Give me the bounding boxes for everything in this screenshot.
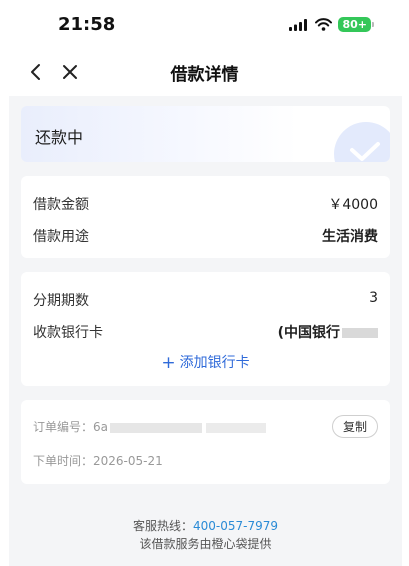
order-time-row: 下单时间：2026-05-21 <box>33 452 163 469</box>
order-number-row: 订单编号：6a <box>33 418 267 435</box>
hotline-label: 客服热线： <box>132 519 193 533</box>
order-card: 订单编号：6a 复制 下单时间：2026-05-21 <box>21 400 390 484</box>
hotline-number[interactable]: 400-057-7979 <box>193 519 278 533</box>
page-title: 借款详情 <box>170 65 239 85</box>
installments-label: 分期期数 <box>33 293 89 309</box>
copy-button[interactable]: 复制 <box>331 415 378 438</box>
order-time-label: 下单时间： <box>33 454 94 468</box>
add-bank-card-button[interactable]: + 添加银行卡 <box>21 352 390 373</box>
status-icons: 80+ <box>289 17 374 32</box>
plus-icon: + <box>161 353 176 373</box>
order-time-value: 2026-05-21 <box>93 454 163 468</box>
battery-indicator: 80+ <box>338 17 374 32</box>
provider-text: 该借款服务由橙心袋提供 <box>139 537 272 551</box>
purpose-label: 借款用途 <box>33 229 89 245</box>
purpose-value: 生活消费 <box>322 229 378 245</box>
bank-value: (中国银行 <box>278 322 378 342</box>
wifi-icon <box>315 18 333 31</box>
signal-icon <box>289 18 308 31</box>
masked-order-number <box>110 422 203 433</box>
order-number-value: 6a <box>93 420 109 434</box>
bank-name: (中国银行 <box>277 325 340 341</box>
masked-order-number-tail <box>206 422 267 433</box>
repayment-card: 分期期数 3 收款银行卡 (中国银行 + 添加银行卡 <box>21 272 390 386</box>
loan-status-label: 还款中 <box>35 128 84 147</box>
status-bar: 21:58 80+ <box>0 0 409 48</box>
order-number-label: 订单编号： <box>33 420 94 434</box>
loan-info-card: 借款金额 ￥4000 借款用途 生活消费 <box>21 176 390 258</box>
status-time: 21:58 <box>58 14 116 35</box>
installments-value: 3 <box>369 290 378 306</box>
content-area: 还款中 借款金额 ￥4000 借款用途 生活消费 分期期数 3 收款银行卡 (中… <box>9 96 402 566</box>
nav-bar: 借款详情 <box>0 48 409 96</box>
hotline-line: 客服热线：400-057-7979 <box>9 517 402 534</box>
amount-label: 借款金额 <box>33 197 89 213</box>
amount-value: ￥4000 <box>328 197 378 213</box>
checkmark-icon <box>334 122 390 162</box>
bank-label: 收款银行卡 <box>33 325 103 341</box>
masked-card-number <box>342 328 378 338</box>
loan-status-card: 还款中 <box>21 106 390 162</box>
add-bank-card-label: 添加银行卡 <box>179 355 250 371</box>
